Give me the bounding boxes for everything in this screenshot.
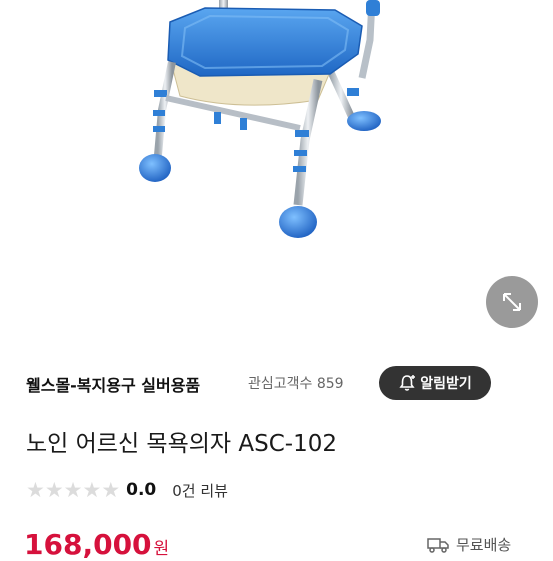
product-price: 168,000 원: [24, 528, 169, 561]
shipping-info: 무료배송: [426, 534, 511, 555]
shipping-label: 무료배송: [456, 536, 512, 554]
alarm-button-label: 알림받기: [420, 376, 472, 392]
store-info-row: 웰스몰-복지용구 실버용품 관심고객수 859 알림받기: [0, 360, 553, 406]
star-icon: ★: [26, 477, 45, 502]
store-name-link[interactable]: 웰스몰-복지용구 실버용품: [26, 372, 200, 396]
delivery-truck-icon: [427, 537, 449, 553]
rating-row[interactable]: ★ ★ ★ ★ ★ 0.0 0건 리뷰: [26, 478, 228, 502]
expand-image-button[interactable]: [486, 276, 538, 328]
star-icon: ★: [44, 477, 64, 502]
interest-label: 관심고객수: [248, 376, 313, 392]
interest-count-text: 관심고객수 859: [248, 373, 344, 393]
star-icon: ★: [63, 477, 83, 502]
bath-chair-illustration: [139, 0, 381, 238]
star-icon: ★: [82, 477, 102, 502]
rating-value: 0.0: [126, 480, 157, 500]
star-icon: ★: [101, 477, 121, 502]
alarm-subscribe-button[interactable]: 알림받기: [379, 366, 491, 400]
interest-count: 859: [316, 376, 344, 392]
price-amount: 168,000: [24, 528, 152, 561]
product-title: 노인 어르신 목욕의자 ASC-102: [26, 431, 337, 457]
expand-arrows-icon: [503, 293, 521, 311]
review-count-link[interactable]: 0건 리뷰: [172, 480, 228, 501]
product-image[interactable]: [0, 0, 553, 345]
price-unit: 원: [153, 539, 170, 559]
bell-plus-icon: [399, 375, 416, 391]
